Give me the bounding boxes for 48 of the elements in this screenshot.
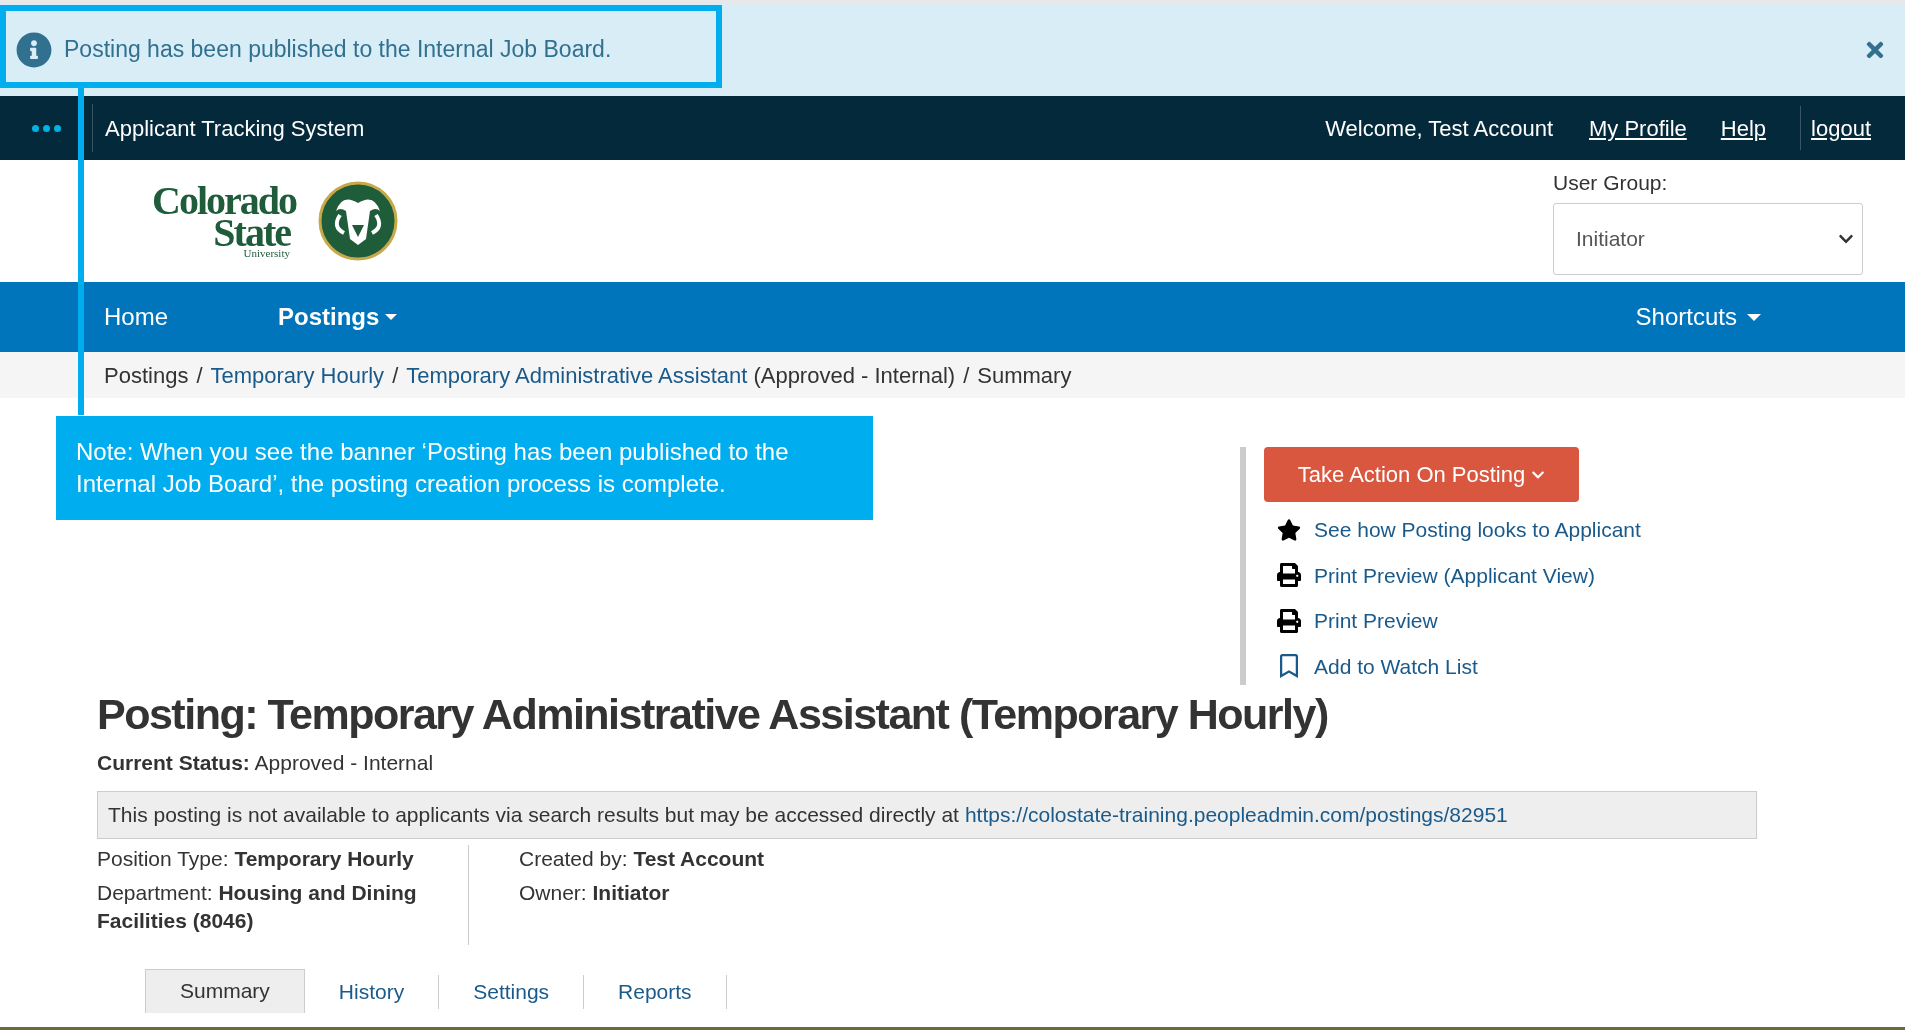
caret-icon [385, 314, 398, 320]
detail-text: Owner: Initiator [519, 879, 671, 906]
note-callout: Note: When you see the banner ‘Posting has been published to the Internal Job Board’, the posting creation process is complete. [56, 416, 873, 520]
info-icon [16, 31, 52, 68]
current-status: Current Status: Approved - Internal [97, 750, 435, 776]
action-link[interactable]: See how Posting looks to Applicant [1314, 514, 1641, 546]
welcome-text: Welcome, Test Account [1325, 114, 1553, 143]
nav-item[interactable]: Home [104, 299, 169, 335]
breadcrumb-link[interactable]: Temporary Hourly [210, 358, 385, 392]
shortcuts-menu[interactable]: Shortcuts [1635, 299, 1761, 335]
breadcrumb-separator: / [392, 361, 399, 390]
bookmark-icon [1279, 654, 1299, 679]
user-group-label: User Group: [1553, 170, 1669, 197]
top-link[interactable]: logout [1811, 111, 1871, 145]
posting-title: Posting: Temporary Administrative Assistant (Temporary Hourly) [97, 689, 1329, 740]
detail-text: Position Type: Temporary Hourly [97, 845, 415, 872]
nav-item[interactable]: Postings [278, 299, 398, 335]
breadcrumb-text: Summary [977, 361, 1072, 390]
star-icon [1277, 517, 1301, 542]
take-action-button[interactable]: Take Action On Posting [1264, 447, 1579, 502]
detail-text: Created by: Test Account [519, 845, 765, 872]
action-link[interactable]: Add to Watch List [1314, 650, 1478, 682]
top-link[interactable]: Help [1720, 111, 1767, 145]
breadcrumb-text: Postings [104, 361, 189, 390]
notice-text: This posting is not available to applicants via search results but may be accessed directly at [108, 801, 959, 828]
posting-url-link[interactable]: https://colostate-training.peopleadmin.com/postings/82951 [964, 798, 1508, 831]
action-link[interactable]: Print Preview (Applicant View) [1314, 559, 1595, 591]
alert-message: Posting has been published to the Internal Job Board. [64, 35, 612, 65]
user-group-select[interactable]: Initiator [1553, 202, 1863, 275]
logo-text: Colorado [152, 184, 296, 217]
logo-text: University [243, 248, 290, 258]
breadcrumb-status: (Approved - Internal) [753, 361, 956, 390]
detail-text: Department: Housing and Dining Facilities (8046) [97, 879, 418, 934]
breadcrumb-link[interactable]: Temporary Administrative Assistant [406, 358, 748, 392]
action-link[interactable]: Print Preview [1314, 605, 1438, 637]
tab[interactable]: Reports [584, 974, 727, 1009]
top-link[interactable]: My Profile [1589, 111, 1687, 145]
tab[interactable]: History [304, 974, 440, 1009]
breadcrumb-separator: / [196, 361, 203, 390]
tab[interactable]: Summary [145, 968, 305, 1013]
printer-icon [1277, 608, 1301, 633]
ram-seal-icon [318, 181, 398, 261]
caret-icon [1747, 313, 1761, 321]
logo-text: State [213, 216, 290, 249]
app-title: Applicant Tracking System [105, 114, 365, 143]
tab[interactable]: Settings [439, 974, 585, 1009]
breadcrumb-separator: / [963, 361, 970, 390]
printer-icon [1277, 563, 1301, 588]
